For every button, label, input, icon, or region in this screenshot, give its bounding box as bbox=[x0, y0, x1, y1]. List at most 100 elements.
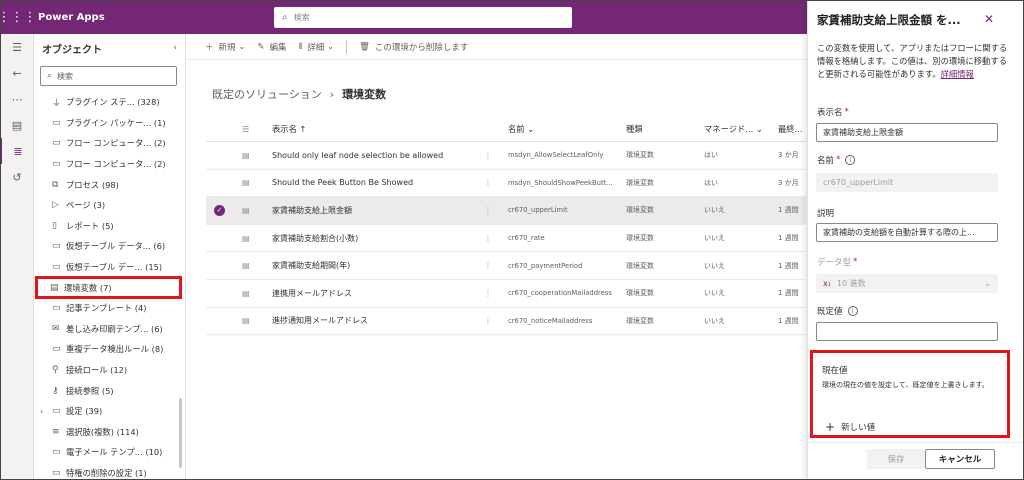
app-name: Power Apps bbox=[38, 11, 105, 23]
new-value-button[interactable]: + 新しい値 bbox=[825, 420, 875, 434]
description-label: 説明 bbox=[817, 209, 835, 219]
table-row[interactable]: ▤ 連携用メールアドレス ⋮ cr670_cooperationMailaddr… bbox=[206, 280, 806, 308]
app-launcher-icon[interactable]: ⋮⋮⋮ bbox=[0, 0, 37, 34]
command-bar: ＋新規 ⌄ ✎ 編集 ⦀ 詳細 ⌄ 🗑 この環境から削除します bbox=[187, 34, 807, 60]
objects-scrollbar[interactable] bbox=[179, 98, 183, 478]
history-icon[interactable]: ↺ bbox=[0, 164, 34, 190]
table-row[interactable]: ▤ 進捗通知用メールアドレス ⋮ cr670_noticeMailaddress… bbox=[206, 308, 806, 336]
remove-from-environment-button[interactable]: 🗑 この環境から削除します bbox=[359, 41, 468, 53]
chevron-right-icon[interactable]: › bbox=[40, 406, 52, 416]
collapse-chevron-icon[interactable]: ‹ bbox=[173, 43, 177, 53]
scrollbar-thumb[interactable] bbox=[179, 398, 182, 468]
table-row[interactable]: ▤ 家賃補助支給期間(年) ⋮ cr670_paymentPeriod 環境変数… bbox=[206, 252, 806, 280]
choice-icon: ≡ bbox=[52, 426, 60, 437]
breadcrumb-parent[interactable]: 既定のソリューション bbox=[212, 86, 322, 102]
column-name[interactable]: 名前 ⌄ bbox=[508, 116, 620, 141]
column-modified[interactable]: 最終... bbox=[778, 116, 806, 141]
object-item-email-templates[interactable]: ▭ 電子メール テンプ... (10) bbox=[34, 442, 185, 463]
hamburger-icon[interactable]: ☰ bbox=[0, 34, 34, 60]
more-vertical-icon[interactable]: ⋮ bbox=[484, 197, 494, 224]
table-row[interactable]: ▤ 家賃補助支給割合(小数) ⋮ cr670_rate 環境変数 いいえ 1 週… bbox=[206, 225, 806, 253]
env-variable-icon: ▤ bbox=[242, 150, 250, 160]
object-item-environment-variables[interactable]: ▤ 環境変数 (7) bbox=[35, 276, 182, 299]
more-vertical-icon[interactable]: ⋮ bbox=[484, 225, 494, 252]
plus-icon: ＋ bbox=[205, 42, 214, 53]
more-vertical-icon[interactable]: ⋮ bbox=[484, 280, 494, 307]
object-item-plugin-steps[interactable]: ⏚ プラグイン ステ... (328) bbox=[34, 92, 185, 113]
back-arrow-icon[interactable]: ← bbox=[0, 60, 34, 86]
row-display-name[interactable]: 家賃補助支給上限金額 bbox=[272, 197, 482, 224]
description-field[interactable]: 家賃補助の支給額を自動計算する際の上... bbox=[816, 223, 998, 242]
object-item-flow-computer-2[interactable]: ▭ フロー コンピュータ... (2) bbox=[34, 154, 185, 175]
new-button[interactable]: ＋新規 ⌄ bbox=[205, 41, 245, 53]
global-search-input[interactable]: ⌕ 検索 bbox=[274, 7, 572, 28]
display-name-field[interactable]: 家賃補助支給上限金額 bbox=[816, 123, 998, 142]
close-icon[interactable]: ✕ bbox=[984, 12, 994, 26]
folder-icon: ▭ bbox=[52, 406, 61, 417]
row-display-name[interactable]: 家賃補助支給期間(年) bbox=[272, 252, 482, 279]
mail-merge-icon: ✉ bbox=[52, 323, 60, 334]
row-display-name[interactable]: 進捗通知用メールアドレス bbox=[272, 308, 482, 335]
row-modified: 3 か月 bbox=[778, 178, 799, 187]
cancel-button[interactable]: キャンセル bbox=[925, 449, 995, 469]
object-item-article-templates[interactable]: ▭ 記事テンプレート (4) bbox=[34, 298, 185, 319]
env-variable-icon: ▤ bbox=[242, 233, 250, 243]
table-row[interactable]: ▤ Should the Peek Button Be Showed ⋮ msd… bbox=[206, 170, 806, 198]
more-vertical-icon[interactable]: ⋮ bbox=[484, 252, 494, 279]
row-modified: 1 週間 bbox=[778, 206, 799, 215]
overview-icon[interactable]: ▤ bbox=[0, 112, 34, 138]
more-vertical-icon[interactable]: ⋮ bbox=[484, 170, 494, 197]
env-variable-icon: ▤ bbox=[50, 282, 59, 293]
row-managed: はい bbox=[704, 151, 718, 160]
env-variable-grid: ☰ 表示名 ↑ 名前 ⌄ 種類 マネージド... ⌄ 最終... ▤ Shoul… bbox=[206, 116, 806, 336]
objects-search-input[interactable]: ⌕ 検索 bbox=[40, 66, 177, 86]
connection-ref-icon: ⚷ bbox=[52, 385, 59, 396]
object-item-connection-references[interactable]: ⚷ 接続参照 (5) bbox=[34, 380, 185, 401]
row-display-name[interactable]: 連携用メールアドレス bbox=[272, 280, 482, 307]
objects-icon[interactable]: ≣ bbox=[0, 138, 34, 164]
row-modified: 1 週間 bbox=[778, 289, 799, 298]
folder-icon: ▭ bbox=[52, 447, 61, 458]
chevron-down-icon: ⌄ bbox=[984, 279, 991, 288]
object-item-reports[interactable]: ▯ レポート (5) bbox=[34, 216, 185, 237]
more-icon[interactable]: ⋯ bbox=[0, 86, 34, 112]
row-type: 環境変数 bbox=[626, 151, 654, 160]
breadcrumb: 既定のソリューション › 環境変数 bbox=[212, 86, 386, 102]
more-vertical-icon[interactable]: ⋮ bbox=[484, 308, 494, 335]
row-checkbox[interactable]: ✓ bbox=[214, 197, 230, 224]
details-button[interactable]: ⦀ 詳細 ⌄ bbox=[299, 41, 335, 53]
edit-button[interactable]: ✎ 編集 bbox=[257, 41, 286, 53]
info-icon[interactable]: i bbox=[845, 155, 856, 165]
object-item-virtual-table-data[interactable]: ▭ 仮想テーブル データ... (6) bbox=[34, 236, 185, 257]
row-display-name[interactable]: Should only leaf node selection be allow… bbox=[272, 142, 482, 169]
object-item-connection-roles[interactable]: ⚲ 接続ロール (12) bbox=[34, 360, 185, 381]
table-row[interactable]: ▤ Should only leaf node selection be all… bbox=[206, 142, 806, 170]
search-icon: ⌕ bbox=[282, 12, 288, 23]
info-icon[interactable]: i bbox=[847, 306, 858, 316]
pencil-icon: ✎ bbox=[257, 41, 265, 52]
object-item-mail-merge-templates[interactable]: ✉ 差し込み印刷テンプ... (6) bbox=[34, 319, 185, 340]
learn-more-link[interactable]: 詳細情報 bbox=[941, 69, 974, 79]
object-item-privilege-removal[interactable]: ▭ 特権の削除の設定 (1) bbox=[34, 463, 185, 480]
column-managed[interactable]: マネージド... ⌄ bbox=[704, 116, 770, 141]
object-item-processes[interactable]: ⧉ プロセス (98) bbox=[34, 174, 185, 195]
column-type[interactable]: 種類 bbox=[626, 116, 696, 141]
save-button[interactable]: 保存 bbox=[867, 449, 925, 469]
table-row-selected[interactable]: ✓ ▤ 家賃補助支給上限金額 ⋮ cr670_upperLimit 環境変数 い… bbox=[206, 197, 806, 225]
report-icon: ▯ bbox=[52, 220, 57, 231]
object-item-flow-computer-1[interactable]: ▭ フロー コンピュータ... (2) bbox=[34, 133, 185, 154]
row-managed: いいえ bbox=[704, 261, 725, 270]
row-display-name[interactable]: Should the Peek Button Be Showed bbox=[272, 170, 482, 197]
default-value-field[interactable] bbox=[816, 322, 998, 341]
object-item-plugin-packages[interactable]: ▭ プラグイン パッケー... (1) bbox=[34, 113, 185, 134]
data-type-select: x₁ 10 進数 ⌄ bbox=[816, 274, 998, 293]
row-display-name[interactable]: 家賃補助支給割合(小数) bbox=[272, 225, 482, 252]
object-item-settings[interactable]: › ▭ 設定 (39) bbox=[34, 401, 185, 422]
object-item-choices[interactable]: ≡ 選択肢(複数) (114) bbox=[34, 422, 185, 443]
list-view-icon[interactable]: ☰ bbox=[242, 116, 256, 141]
column-display-name[interactable]: 表示名 ↑ bbox=[272, 116, 482, 141]
object-item-pages[interactable]: ▷ ページ (3) bbox=[34, 195, 185, 216]
object-item-duplicate-detection[interactable]: ▭ 重複データ検出ルール (8) bbox=[34, 339, 185, 360]
object-item-virtual-table[interactable]: ▭ 仮想テーブル デー... (15) bbox=[34, 257, 185, 278]
more-vertical-icon[interactable]: ⋮ bbox=[484, 142, 494, 169]
